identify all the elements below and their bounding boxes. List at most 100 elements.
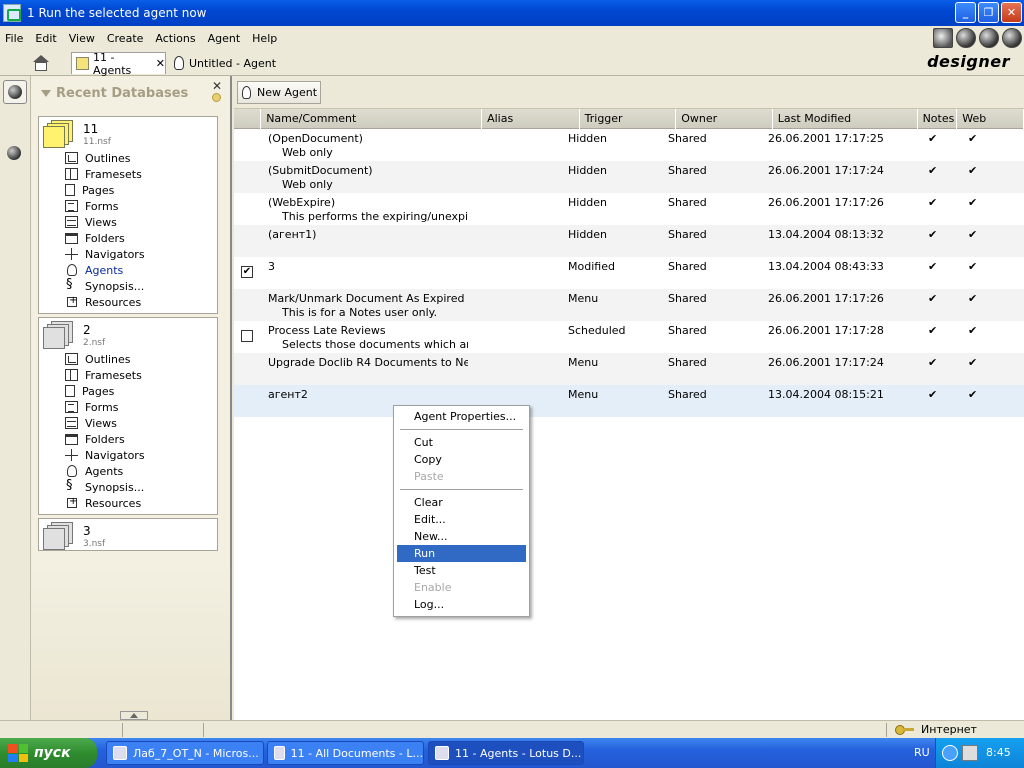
design-item-pages[interactable]: Pages	[65, 383, 145, 399]
web-check-icon: ✔	[968, 356, 978, 369]
agent-name: агент2	[268, 388, 308, 401]
table-row[interactable]: (OpenDocument) Web only Hidden Shared 26.06.…	[234, 129, 1024, 161]
tab-untitled-agent[interactable]: Untitled - Agent	[170, 52, 276, 74]
menu-view[interactable]: View	[63, 32, 101, 45]
pane-resize-handle[interactable]	[120, 711, 148, 720]
agent-name: (агент1)	[268, 228, 317, 241]
close-button[interactable]: ✕	[1001, 2, 1022, 23]
agent-last-modified: 13.04.2004 08:15:21	[768, 388, 884, 401]
design-item-pages[interactable]: Pages	[65, 182, 145, 198]
bookmark-icon[interactable]	[3, 142, 27, 166]
table-row[interactable]: (WebExpire) This performs the expiring/un…	[234, 193, 1024, 225]
home-icon[interactable]	[30, 53, 52, 73]
menu-agent[interactable]: Agent	[202, 32, 247, 45]
database-filename: 11.nsf	[83, 137, 111, 147]
context-menu-item[interactable]: Copy	[397, 451, 526, 468]
context-menu-item[interactable]: Clear	[397, 494, 526, 511]
design-item-folder[interactable]: Folders	[65, 431, 145, 447]
row-checkbox[interactable]	[241, 330, 253, 342]
design-item-outline[interactable]: Outlines	[65, 351, 145, 367]
table-row[interactable]: (SubmitDocument) Web only Hidden Shared 26.0…	[234, 161, 1024, 193]
menu-create[interactable]: Create	[101, 32, 150, 45]
table-row[interactable]: (агент1) Hidden Shared 13.04.2004 08:13:32 ✔…	[234, 225, 1024, 257]
taskbar-button-word[interactable]: Лаб_7_ОТ_N - Micros...	[106, 741, 264, 765]
minimize-button[interactable]: _	[955, 2, 976, 23]
key-icon[interactable]	[895, 724, 915, 735]
design-item-outline[interactable]: Outlines	[65, 150, 145, 166]
agent-owner: Shared	[668, 164, 707, 177]
design-item-synop[interactable]: Synopsis...	[65, 478, 145, 495]
agent-owner: Shared	[668, 228, 707, 241]
menu-help[interactable]: Help	[246, 32, 283, 45]
network-icon[interactable]	[962, 745, 978, 761]
tab-agents[interactable]: 11 - Agents ✕	[71, 51, 166, 77]
design-item-agent[interactable]: Agents	[65, 262, 145, 278]
recent-databases-header[interactable]: Recent Databases	[41, 86, 188, 101]
context-menu-item[interactable]: Edit...	[397, 511, 526, 528]
design-item-views[interactable]: Views	[65, 415, 145, 431]
design-item-synop[interactable]: Synopsis...	[65, 277, 145, 294]
column-headers: Name/Comment Alias Trigger Owner Last Modifi…	[234, 109, 1024, 129]
context-menu-item[interactable]: Cut	[397, 434, 526, 451]
maximize-button[interactable]: ❐	[978, 2, 999, 23]
web-icon[interactable]	[1002, 28, 1022, 48]
database-icon[interactable]	[43, 120, 75, 150]
context-menu-item[interactable]: Run	[397, 545, 526, 562]
column-header[interactable]: Owner	[676, 109, 773, 129]
menu-file[interactable]: File	[0, 32, 29, 45]
browser-icon[interactable]	[979, 28, 999, 48]
design-item-nav[interactable]: Navigators	[65, 447, 145, 463]
agent-last-modified: 13.04.2004 08:43:33	[768, 260, 884, 273]
lock-icon[interactable]	[933, 28, 953, 48]
design-item-res[interactable]: Resources	[65, 294, 145, 310]
agent-owner: Shared	[668, 132, 707, 145]
table-row[interactable]: Upgrade Doclib R4 Documents to New De Men…	[234, 353, 1024, 385]
context-menu-item[interactable]: Agent Properties...	[397, 408, 526, 425]
column-header[interactable]: Last Modified	[773, 109, 918, 129]
context-menu-item[interactable]: Test	[397, 562, 526, 579]
table-row[interactable]: агент2 Menu Shared 13.04.2004 08:15:21 ✔ ✔	[234, 385, 1024, 417]
people-icon[interactable]	[956, 28, 976, 48]
start-button[interactable]: пуск	[0, 738, 97, 768]
context-menu-item[interactable]: New...	[397, 528, 526, 545]
web-check-icon: ✔	[968, 228, 978, 241]
design-item-forms[interactable]: Forms	[65, 399, 145, 415]
database-title[interactable]: 3	[83, 524, 91, 538]
column-header[interactable]: Alias	[482, 109, 580, 129]
column-header[interactable]: Notes	[918, 109, 958, 129]
context-menu-item[interactable]: Log...	[397, 596, 526, 613]
column-header[interactable]: Trigger	[580, 109, 677, 129]
column-header[interactable]: Name/Comment	[261, 109, 483, 129]
design-item-res[interactable]: Resources	[65, 495, 145, 511]
database-title[interactable]: 2	[83, 323, 91, 337]
design-item-folder[interactable]: Folders	[65, 230, 145, 246]
row-checkbox[interactable]: ✔	[241, 266, 253, 278]
agent-last-modified: 26.06.2001 17:17:26	[768, 196, 884, 209]
menu-edit[interactable]: Edit	[29, 32, 62, 45]
language-indicator[interactable]: RU	[914, 746, 930, 759]
design-item-frame[interactable]: Framesets	[65, 367, 145, 383]
navigator-close-icon[interactable]: ✕	[212, 79, 222, 93]
taskbar-button-all-documents[interactable]: 11 - All Documents - L...	[267, 741, 424, 765]
clock: 8:45	[986, 746, 1011, 759]
pin-icon[interactable]	[212, 93, 221, 102]
table-row[interactable]: Mark/Unmark Document As Expired This is f…	[234, 289, 1024, 321]
design-item-views[interactable]: Views	[65, 214, 145, 230]
table-row[interactable]: ✔ 3 Modified Shared 13.04.2004 08:43:33 ✔ ✔	[234, 257, 1024, 289]
menu-actions[interactable]: Actions	[149, 32, 201, 45]
design-item-agent[interactable]: Agents	[65, 463, 145, 479]
tab-close-icon[interactable]: ✕	[156, 57, 165, 70]
database-icon[interactable]	[43, 522, 75, 552]
database-icon[interactable]	[43, 321, 75, 351]
column-header[interactable]: Web	[957, 109, 1024, 129]
designer-bookmark-icon[interactable]	[3, 80, 27, 104]
tray-arrow-icon[interactable]	[942, 745, 958, 761]
design-item-frame[interactable]: Framesets	[65, 166, 145, 182]
database-title[interactable]: 11	[83, 122, 98, 136]
design-item-nav[interactable]: Navigators	[65, 246, 145, 262]
taskbar-button-agents[interactable]: 11 - Agents - Lotus D...	[428, 741, 584, 765]
table-row[interactable]: Process Late Reviews Selects those docume…	[234, 321, 1024, 353]
app-icon[interactable]	[3, 4, 21, 22]
new-agent-button[interactable]: New Agent	[237, 81, 321, 104]
design-item-forms[interactable]: Forms	[65, 198, 145, 214]
